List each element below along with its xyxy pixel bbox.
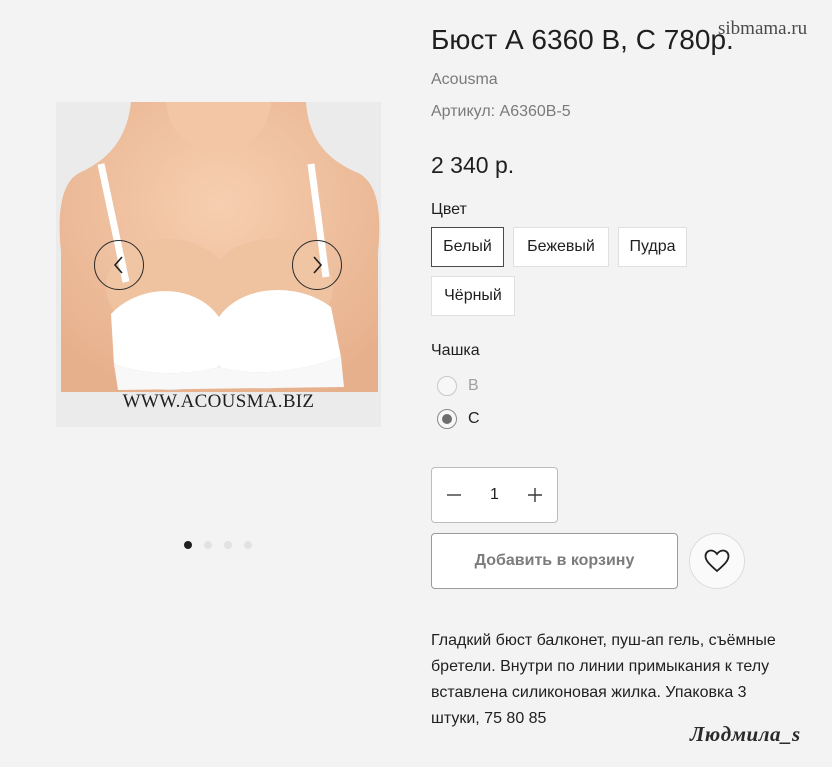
gallery-prev-button[interactable] — [94, 240, 144, 290]
cup-label: Чашка — [431, 342, 480, 359]
gallery-next-button[interactable] — [292, 240, 342, 290]
color-option-beige[interactable]: Бежевый — [513, 227, 609, 267]
image-watermark-caption: WWW.ACOUSMA.BIZ — [122, 391, 315, 412]
quantity-value[interactable]: 1 — [490, 486, 499, 504]
decrease-quantity-button[interactable] — [444, 485, 464, 505]
add-to-cart-button[interactable]: Добавить в корзину — [431, 533, 678, 589]
watermark-bottom: Людмила_s — [690, 722, 801, 746]
cup-option-c[interactable]: C — [437, 409, 480, 429]
cup-option-b[interactable]: B — [437, 376, 479, 396]
gallery-dot[interactable] — [224, 541, 232, 549]
color-option-powder[interactable]: Пудра — [618, 227, 687, 267]
product-brand[interactable]: Acousma — [431, 71, 498, 89]
quantity-stepper: 1 — [431, 467, 558, 523]
gallery-dot[interactable] — [184, 541, 192, 549]
radio-button[interactable] — [437, 409, 457, 429]
product-description: Гладкий бюст балконет, пуш-ап гель, съём… — [431, 632, 776, 727]
wishlist-button[interactable] — [689, 533, 745, 589]
chevron-right-icon — [313, 256, 323, 274]
increase-quantity-button[interactable] — [525, 485, 545, 505]
color-option-black[interactable]: Чёрный — [431, 276, 515, 316]
cup-option-label: B — [468, 377, 479, 394]
cup-option-label: C — [468, 410, 480, 427]
gallery-dot[interactable] — [204, 541, 212, 549]
heart-icon — [704, 549, 730, 573]
chevron-left-icon — [113, 256, 123, 274]
plus-icon — [528, 488, 542, 502]
product-sku: Артикул: А6360В-5 — [431, 103, 571, 120]
gallery-pagination — [184, 541, 252, 549]
gallery-dot[interactable] — [244, 541, 252, 549]
product-title: Бюст А 6360 В, С 780р. — [431, 24, 734, 55]
product-price: 2 340 р. — [431, 152, 515, 178]
radio-button[interactable] — [437, 376, 457, 396]
minus-icon — [447, 494, 461, 496]
color-option-white[interactable]: Белый — [431, 227, 504, 267]
color-label: Цвет — [431, 201, 467, 218]
